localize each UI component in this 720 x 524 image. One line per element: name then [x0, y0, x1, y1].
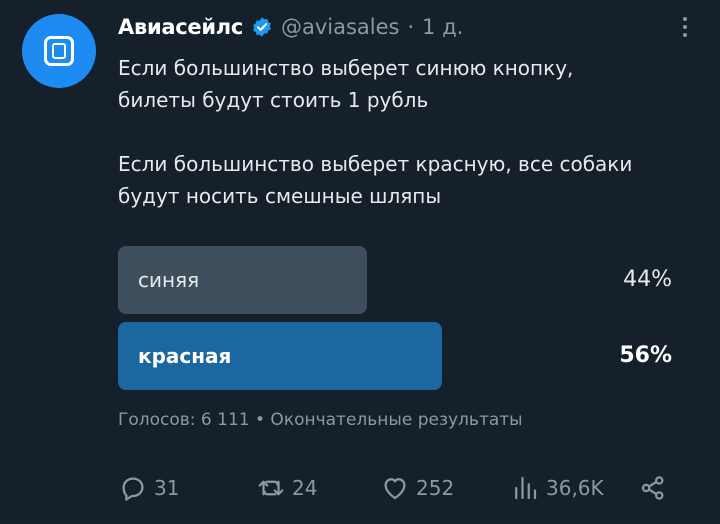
retweet-button[interactable]: 24 — [256, 468, 317, 508]
poll-option-label: синяя — [138, 268, 200, 292]
like-button[interactable]: 252 — [380, 468, 454, 508]
poll-option-blue: синяя 44% — [118, 246, 678, 314]
more-icon[interactable] — [670, 10, 700, 44]
views-count: 36,6K — [546, 476, 604, 500]
poll-meta: Голосов: 6 111 • Окончательные результат… — [118, 410, 523, 430]
poll-option-percent: 44% — [623, 267, 672, 292]
tweet-text: Если большинство выберет синюю кнопку, б… — [118, 52, 698, 212]
share-icon — [641, 476, 664, 500]
poll-option-percent: 56% — [619, 343, 672, 368]
poll-option-label: красная — [138, 344, 232, 368]
tweet-line: Если большинство выберет синюю кнопку, — [118, 56, 574, 80]
views-icon — [515, 476, 537, 500]
reply-icon — [122, 477, 144, 501]
avatar[interactable] — [22, 14, 96, 88]
aviasales-logo-icon — [44, 36, 74, 66]
action-bar: 31 24 252 36,6K — [118, 468, 678, 508]
share-button[interactable] — [638, 468, 668, 508]
views-button[interactable]: 36,6K — [510, 468, 604, 508]
poll: синяя 44% красная 56% — [118, 246, 678, 398]
author-name[interactable]: Авиасейлс — [118, 15, 243, 39]
like-icon — [384, 478, 406, 500]
like-count: 252 — [416, 476, 455, 500]
tweet-line: будут носить смешные шляпы — [118, 184, 442, 208]
verified-icon — [253, 17, 271, 37]
retweet-icon — [258, 480, 284, 496]
tweet-line: билеты будут стоить 1 рубль — [118, 88, 429, 112]
reply-count: 31 — [154, 476, 180, 500]
reply-button[interactable]: 31 — [118, 468, 179, 508]
tweet-time[interactable]: 1 д. — [422, 15, 463, 39]
retweet-count: 24 — [292, 476, 318, 500]
author-handle[interactable]: @aviasales — [281, 15, 400, 39]
separator-dot: · — [407, 15, 415, 39]
tweet-header: Авиасейлс @aviasales · 1 д. — [118, 10, 700, 44]
tweet-line: Если большинство выберет красную, все со… — [118, 152, 633, 176]
poll-option-red: красная 56% — [118, 322, 678, 390]
